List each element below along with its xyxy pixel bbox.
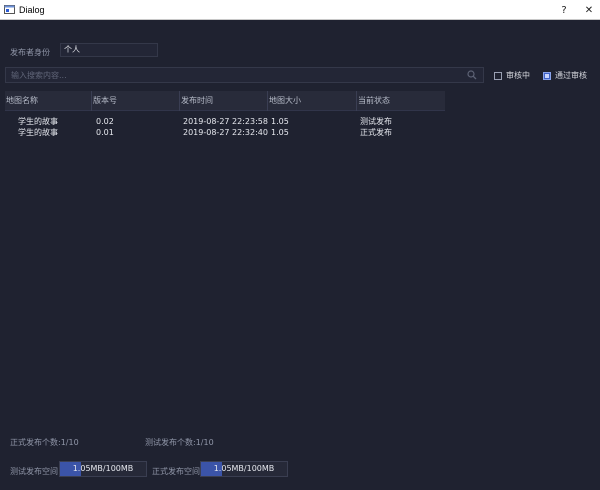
search-icon[interactable] xyxy=(467,70,477,80)
review-checkbox-label: 审核中 xyxy=(506,71,530,80)
cell-map-name: 学生的故事 xyxy=(18,117,58,126)
column-header-map-size[interactable]: 地图大小 xyxy=(268,91,357,111)
passed-checkbox-label: 通过审核 xyxy=(555,71,587,80)
cell-status: 测试发布 xyxy=(360,117,392,126)
cell-publish-time: 2019-08-27 22:32:40 xyxy=(183,128,268,137)
table-body: 学生的故事 0.02 2019-08-27 22:23:58 1.05 测试发布… xyxy=(5,111,445,138)
review-checkbox[interactable]: 审核中 xyxy=(494,70,530,81)
review-checkbox-box[interactable] xyxy=(494,71,502,80)
close-button[interactable]: ✕ xyxy=(578,0,600,20)
cell-map-size: 1.05 xyxy=(271,117,289,126)
search-box xyxy=(5,67,484,83)
cell-status: 正式发布 xyxy=(360,128,392,137)
passed-checkbox[interactable]: 通过审核 xyxy=(543,70,587,81)
cell-version: 0.02 xyxy=(96,117,114,126)
test-publish-count: 测试发布个数:1/10 xyxy=(145,438,214,447)
formal-space-progress: 1.05MB/100MB xyxy=(200,461,288,477)
passed-checkbox-box[interactable] xyxy=(543,71,551,80)
cell-publish-time: 2019-08-27 22:23:58 xyxy=(183,117,268,126)
title-bar: Dialog ? ✕ xyxy=(0,0,600,20)
window-title: Dialog xyxy=(19,4,45,15)
test-space-value: 1.05MB/100MB xyxy=(72,464,134,473)
formal-publish-count: 正式发布个数:1/10 xyxy=(10,438,79,447)
formal-space-label: 正式发布空间 xyxy=(152,467,200,476)
column-header-version[interactable]: 版本号 xyxy=(92,91,180,111)
column-header-publish-time[interactable]: 发布时间 xyxy=(180,91,268,111)
map-table: 地图名称 版本号 发布时间 地图大小 当前状态 学生的故事 0.02 2019-… xyxy=(5,91,445,138)
cell-version: 0.01 xyxy=(96,128,114,137)
column-header-status[interactable]: 当前状态 xyxy=(357,91,445,111)
formal-space-value: 1.05MB/100MB xyxy=(213,464,275,473)
identity-label: 发布者身份 xyxy=(10,48,50,57)
table-header: 地图名称 版本号 发布时间 地图大小 当前状态 xyxy=(5,91,445,111)
cell-map-name: 学生的故事 xyxy=(18,128,58,137)
test-space-progress: 1.05MB/100MB xyxy=(59,461,147,477)
identity-select[interactable]: 个人 xyxy=(60,43,158,57)
cell-map-size: 1.05 xyxy=(271,128,289,137)
dialog-body: 发布者身份 个人 审核中 通过审核 地图名称 版本号 发布时间 地图大小 当前状… xyxy=(0,20,600,490)
test-space-label: 测试发布空间 xyxy=(10,467,58,476)
app-icon xyxy=(4,4,15,15)
help-button[interactable]: ? xyxy=(553,0,575,20)
table-row[interactable]: 学生的故事 0.02 2019-08-27 22:23:58 1.05 测试发布 xyxy=(5,116,445,127)
column-header-map-name[interactable]: 地图名称 xyxy=(5,91,92,111)
search-input[interactable] xyxy=(6,68,466,82)
table-row[interactable]: 学生的故事 0.01 2019-08-27 22:32:40 1.05 正式发布 xyxy=(5,127,445,138)
